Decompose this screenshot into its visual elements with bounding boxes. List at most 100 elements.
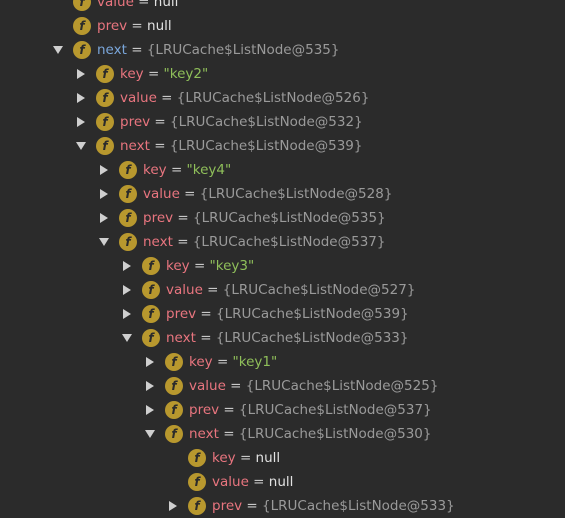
tree-node-prev[interactable]: f prev = null [0, 14, 565, 38]
field-name: next [166, 330, 196, 346]
triangle-down-icon[interactable] [98, 236, 110, 248]
tree-node-next[interactable]: f next = {LRUCache$ListNode@539} [0, 134, 565, 158]
field-value: {LRUCache$ListNode@527} [222, 282, 416, 298]
equals-sign: = [200, 306, 212, 322]
tree-node-value[interactable]: f value = {LRUCache$ListNode@528} [0, 182, 565, 206]
field-name: next [189, 426, 219, 442]
tree-node-next[interactable]: f next = {LRUCache$ListNode@537} [0, 230, 565, 254]
field-f-icon: f [142, 329, 160, 347]
field-name: prev [166, 306, 197, 322]
tree-node-value[interactable]: f value = null [0, 470, 565, 494]
field-name: next [97, 42, 127, 58]
triangle-right-icon[interactable] [121, 260, 133, 272]
field-f-icon: f [96, 89, 114, 107]
tree-node-text: key = "key4" [143, 158, 231, 182]
triangle-down-icon[interactable] [121, 332, 133, 344]
triangle-down-icon[interactable] [75, 140, 87, 152]
tree-node-key[interactable]: f key = "key1" [0, 350, 565, 374]
variables-tree[interactable]: f value = null f prev = null f next = {LRUCac… [0, 0, 565, 518]
field-value: null [147, 18, 172, 34]
field-value: {LRUCache$ListNode@535} [193, 210, 386, 226]
field-f-icon: f [165, 353, 183, 371]
field-value: {LRUCache$ListNode@537} [239, 402, 432, 418]
field-name: next [143, 234, 173, 250]
field-name: key [189, 354, 213, 370]
tree-node-key[interactable]: f key = "key4" [0, 158, 565, 182]
field-name: next [120, 138, 150, 154]
tree-node-key[interactable]: f key = "key3" [0, 254, 565, 278]
field-value: "key3" [209, 258, 255, 274]
field-value: {LRUCache$ListNode@535} [146, 42, 340, 58]
tree-node-value[interactable]: f value = {LRUCache$ListNode@525} [0, 374, 565, 398]
triangle-right-icon[interactable] [98, 188, 110, 200]
field-value: null [153, 0, 179, 10]
tree-node-prev[interactable]: f prev = {LRUCache$ListNode@533} [0, 494, 565, 518]
equals-sign: = [131, 42, 143, 58]
field-name: value [166, 282, 203, 298]
tree-node-text: prev = {LRUCache$ListNode@533} [212, 494, 455, 518]
field-value: {LRUCache$ListNode@533} [215, 330, 409, 346]
triangle-right-icon[interactable] [167, 500, 179, 512]
field-value: {LRUCache$ListNode@537} [192, 234, 386, 250]
tree-node-prev[interactable]: f prev = {LRUCache$ListNode@532} [0, 110, 565, 134]
field-f-icon: f [73, 41, 91, 59]
tree-node-value[interactable]: f value = null [0, 0, 565, 14]
field-name: value [120, 90, 157, 106]
equals-sign: = [184, 186, 196, 202]
field-value: {LRUCache$ListNode@525} [245, 378, 439, 394]
field-f-icon: f [165, 425, 183, 443]
triangle-right-icon[interactable] [144, 356, 156, 368]
field-f-icon: f [119, 233, 137, 251]
tree-node-text: key = "key2" [120, 62, 208, 86]
tree-node-next[interactable]: f next = {LRUCache$ListNode@535} [0, 38, 565, 62]
triangle-right-icon[interactable] [144, 404, 156, 416]
equals-sign: = [177, 234, 189, 250]
triangle-right-icon[interactable] [144, 380, 156, 392]
field-f-icon: f [142, 257, 160, 275]
tree-node-value[interactable]: f value = {LRUCache$ListNode@527} [0, 278, 565, 302]
equals-sign: = [154, 114, 166, 130]
tree-node-text: next = {LRUCache$ListNode@535} [97, 38, 339, 62]
field-f-icon: f [188, 497, 206, 515]
field-name: value [97, 0, 134, 10]
triangle-right-icon[interactable] [75, 116, 87, 128]
field-value: {LRUCache$ListNode@539} [216, 306, 409, 322]
tree-node-text: key = null [212, 446, 280, 470]
field-name: value [212, 474, 249, 490]
field-value: {LRUCache$ListNode@532} [170, 114, 363, 130]
field-f-icon: f [96, 65, 114, 83]
field-value: "key2" [163, 66, 209, 82]
triangle-right-icon[interactable] [121, 308, 133, 320]
tree-node-text: next = {LRUCache$ListNode@533} [166, 326, 408, 350]
triangle-right-icon[interactable] [98, 164, 110, 176]
triangle-right-icon[interactable] [75, 92, 87, 104]
equals-sign: = [246, 498, 258, 514]
tree-node-text: value = {LRUCache$ListNode@526} [120, 86, 369, 110]
tree-node-prev[interactable]: f prev = {LRUCache$ListNode@535} [0, 206, 565, 230]
field-value: {LRUCache$ListNode@533} [262, 498, 455, 514]
tree-node-key[interactable]: f key = "key2" [0, 62, 565, 86]
tree-node-next[interactable]: f next = {LRUCache$ListNode@530} [0, 422, 565, 446]
field-name: key [143, 162, 167, 178]
field-name: key [212, 450, 236, 466]
field-value: null [268, 474, 294, 490]
tree-node-value[interactable]: f value = {LRUCache$ListNode@526} [0, 86, 565, 110]
triangle-right-icon[interactable] [75, 68, 87, 80]
equals-sign: = [223, 426, 235, 442]
field-f-icon: f [119, 185, 137, 203]
field-f-icon: f [188, 473, 206, 491]
triangle-right-icon[interactable] [121, 284, 133, 296]
triangle-right-icon[interactable] [98, 212, 110, 224]
equals-sign: = [154, 138, 166, 154]
tree-node-next[interactable]: f next = {LRUCache$ListNode@533} [0, 326, 565, 350]
field-f-icon: f [96, 137, 114, 155]
tree-node-key[interactable]: f key = null [0, 446, 565, 470]
equals-sign: = [161, 90, 173, 106]
equals-sign: = [239, 450, 252, 466]
tree-node-prev[interactable]: f prev = {LRUCache$ListNode@537} [0, 398, 565, 422]
triangle-down-icon[interactable] [52, 44, 64, 56]
field-name: value [143, 186, 180, 202]
equals-sign: = [253, 474, 265, 490]
tree-node-prev[interactable]: f prev = {LRUCache$ListNode@539} [0, 302, 565, 326]
triangle-down-icon[interactable] [144, 428, 156, 440]
